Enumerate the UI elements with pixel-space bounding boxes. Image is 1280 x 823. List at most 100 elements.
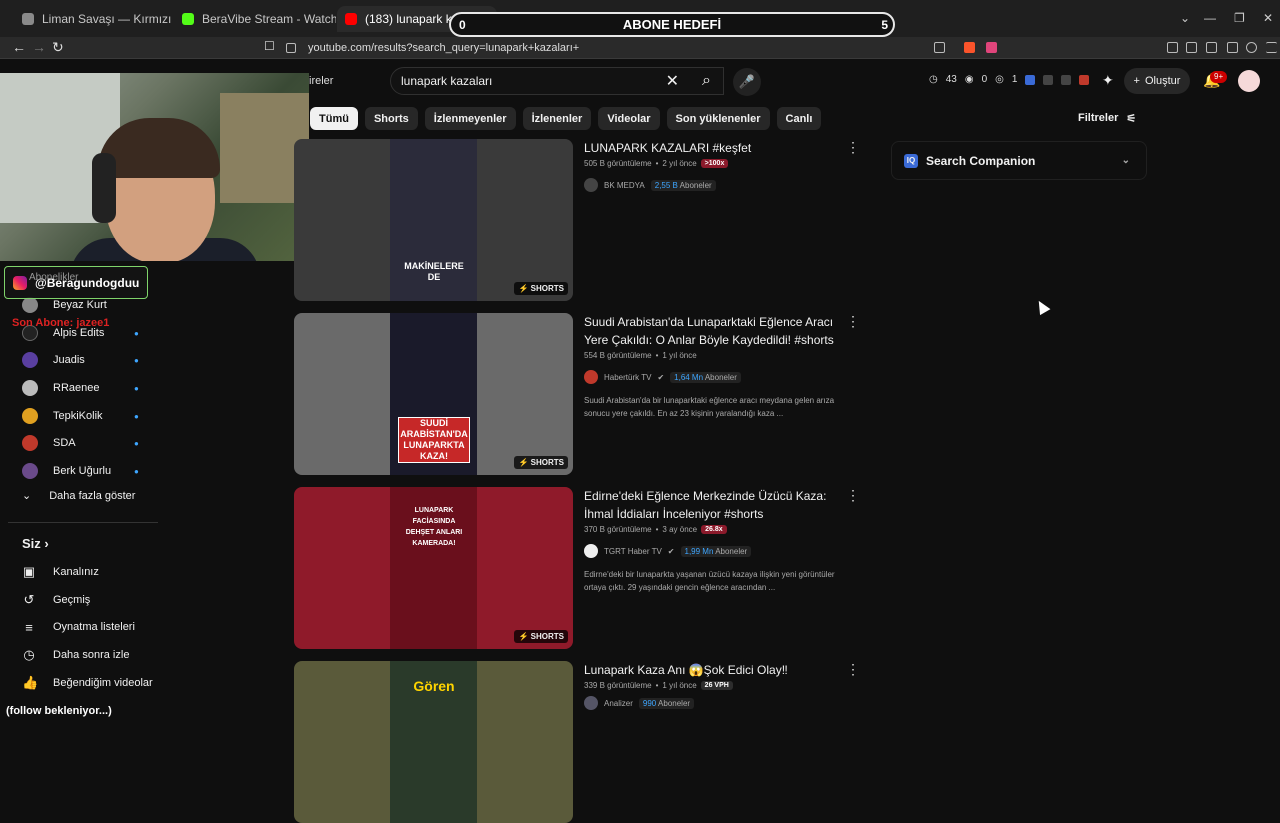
filter-chips: Tümü Shorts İzlenmeyenler İzlenenler Vid…: [310, 107, 822, 130]
reload-button[interactable]: ↻: [52, 39, 64, 56]
avatar: [22, 297, 38, 313]
chevron-down-icon[interactable]: ⌄: [1122, 155, 1130, 166]
thumbnail-caption: MAKİNELERE DE: [404, 261, 464, 282]
tab-kick[interactable]: BeraVibe Stream - Watch Live on Kick: [174, 6, 336, 32]
create-label: Oluştur: [1144, 75, 1181, 87]
create-button[interactable]: + Oluştur: [1124, 68, 1190, 94]
vph-tag: >100x: [700, 159, 729, 168]
ext-icon[interactable]: [1043, 74, 1054, 85]
channel-row[interactable]: Analizer 990 Aboneler: [584, 696, 854, 710]
wallet-icon[interactable]: [1206, 42, 1217, 53]
menu-icon[interactable]: [1266, 42, 1277, 53]
verified-icon: ✔: [657, 372, 665, 382]
result-item[interactable]: Gören Lunapark Kaza Anı 😱Şok Edici Olay‼…: [294, 661, 864, 823]
ext-icon[interactable]: [1025, 74, 1036, 85]
minimize-button[interactable]: —: [1204, 11, 1216, 25]
tab-label: Liman Savaşı — Kırmızı vs Mavi: [42, 12, 174, 26]
show-more-button[interactable]: ⌄ Daha fazla göster: [22, 489, 135, 503]
clear-search-icon[interactable]: ✕: [666, 71, 679, 91]
video-thumbnail[interactable]: MAKİNELERE DE ⚡ SHORTS: [294, 139, 573, 301]
thumbnail-caption: Gören: [413, 678, 455, 694]
youtube-icon: [345, 13, 357, 25]
video-thumbnail[interactable]: SUUDİ ARABİSTAN'DA LUNAPARKTA KAZA! ⚡ SH…: [294, 313, 573, 475]
video-title[interactable]: Suudi Arabistan'da Lunaparktaki Eğlence …: [584, 313, 854, 349]
new-dot-icon: ●: [134, 355, 139, 365]
eye-icon: ◉: [964, 74, 974, 85]
channel-row[interactable]: Habertürk TV ✔ 1,64 Mn Aboneler: [584, 370, 854, 384]
url-field[interactable]: youtube.com/results?search_query=lunapar…: [286, 39, 1006, 57]
instagram-overlay: Abonelikler @Beragundogduu: [4, 266, 148, 299]
chip-videos[interactable]: Videolar: [598, 107, 660, 130]
mic-icon[interactable]: 🎤: [733, 68, 761, 96]
cast-icon[interactable]: [934, 42, 945, 53]
sidebar-sub-juadis[interactable]: Juadis ●: [22, 348, 139, 372]
sidebar-sub-rraenee[interactable]: RRaenee ●: [22, 376, 139, 400]
rewards-icon[interactable]: [986, 42, 997, 53]
sidebar-item-watch-later[interactable]: ◷ Daha sonra izle: [22, 643, 129, 667]
address-bar: ← → ↻ ☐ youtube.com/results?search_query…: [0, 37, 1280, 59]
video-title[interactable]: Lunapark Kaza Anı 😱Şok Edici Olay‼: [584, 661, 854, 679]
video-meta: 554 B görüntüleme • 1 yıl önce: [584, 351, 697, 360]
result-item[interactable]: MAKİNELERE DE ⚡ SHORTS LUNAPARK KAZALARI…: [294, 139, 864, 303]
more-options-icon[interactable]: ⋮: [846, 313, 860, 330]
maximize-button[interactable]: ❐: [1234, 11, 1245, 25]
tab-search-icon[interactable]: ⌄: [1180, 11, 1190, 25]
more-options-icon[interactable]: ⋮: [846, 487, 860, 504]
search-icon[interactable]: ⌕: [702, 72, 711, 90]
video-title[interactable]: LUNAPARK KAZALARI #keşfet: [584, 139, 854, 157]
channel-row[interactable]: TGRT Haber TV ✔ 1,99 Mn Aboneler: [584, 544, 854, 558]
site-info-icon[interactable]: [286, 43, 296, 53]
sidebar-item-channel[interactable]: ▣ Kanalınız: [22, 560, 99, 584]
chip-watched[interactable]: İzlenenler: [522, 107, 592, 130]
forward-button[interactable]: →: [32, 39, 46, 55]
close-window-button[interactable]: ✕: [1263, 11, 1273, 25]
avatar: [22, 463, 38, 479]
sidebar-sub-berk[interactable]: Berk Uğurlu ●: [22, 459, 139, 483]
ext-icon[interactable]: [1079, 74, 1090, 85]
video-thumbnail[interactable]: Gören: [294, 661, 573, 823]
sidebar-item-playlists[interactable]: ≡ Oynatma listeleri: [22, 615, 135, 639]
chip-live[interactable]: Canlı: [776, 107, 822, 130]
search-companion-panel[interactable]: IQ Search Companion ⌄: [891, 141, 1147, 180]
sidebar-sub-tepkikolik[interactable]: TepkiKolik ●: [22, 404, 139, 428]
brave-shield-icon[interactable]: [964, 42, 975, 53]
video-title[interactable]: Edirne'deki Eğlence Merkezinde Üzücü Kaz…: [584, 487, 854, 523]
avatar[interactable]: [1238, 70, 1260, 92]
companion-icon: IQ: [904, 153, 918, 168]
menu-label: Beğendiğim videolar: [53, 677, 153, 689]
search-input[interactable]: lunapark kazaları ✕ ⌕: [390, 67, 724, 95]
filters-button[interactable]: Filtreler ⚟: [1078, 112, 1136, 125]
companion-label: Search Companion: [926, 153, 1036, 168]
verified-icon: ✔: [667, 546, 675, 556]
you-section-title[interactable]: Siz ›: [22, 536, 49, 551]
chip-recent[interactable]: Son yüklenenler: [666, 107, 770, 130]
vpn-icon[interactable]: [1246, 42, 1257, 53]
sidebar-icon[interactable]: [1186, 42, 1197, 53]
menu-label: Daha sonra izle: [53, 649, 130, 661]
result-info: Suudi Arabistan'da Lunaparktaki Eğlence …: [584, 313, 854, 420]
more-options-icon[interactable]: ⋮: [846, 139, 860, 156]
back-button[interactable]: ←: [12, 39, 26, 55]
result-item[interactable]: SUUDİ ARABİSTAN'DA LUNAPARKTA KAZA! ⚡ SH…: [294, 313, 864, 477]
chip-unwatched[interactable]: İzlenmeyenler: [424, 107, 516, 130]
gamepad-icon[interactable]: ✦: [1102, 72, 1114, 89]
result-info: Lunapark Kaza Anı 😱Şok Edici Olay‼ 339 B…: [584, 661, 854, 710]
webcam-overlay: [0, 73, 309, 261]
subscriber-count: 990 Aboneler: [638, 697, 695, 709]
channel-row[interactable]: BK MEDYA 2,55 B Aboneler: [584, 178, 854, 192]
extensions-icon[interactable]: [1167, 42, 1178, 53]
new-dot-icon: ●: [134, 466, 139, 476]
result-item[interactable]: LUNAPARK FACİASINDA DEHŞET ANLARI KAMERA…: [294, 487, 864, 651]
sidebar-item-liked[interactable]: 👍 Beğendiğim videolar: [22, 671, 153, 695]
chip-shorts[interactable]: Shorts: [364, 107, 418, 130]
tab-liman[interactable]: Liman Savaşı — Kırmızı vs Mavi: [14, 6, 174, 32]
sidebar-sub-sda[interactable]: SDA ●: [22, 431, 139, 455]
chip-all[interactable]: Tümü: [310, 107, 358, 130]
sidebar-item-history[interactable]: ↺ Geçmiş: [22, 588, 91, 612]
more-options-icon[interactable]: ⋮: [846, 661, 860, 678]
video-thumbnail[interactable]: LUNAPARK FACİASINDA DEHŞET ANLARI KAMERA…: [294, 487, 573, 649]
leo-icon[interactable]: [1227, 42, 1238, 53]
channel-avatar: [584, 544, 598, 558]
ext-icon[interactable]: [1061, 74, 1072, 85]
bookmark-icon[interactable]: ☐: [264, 39, 275, 53]
